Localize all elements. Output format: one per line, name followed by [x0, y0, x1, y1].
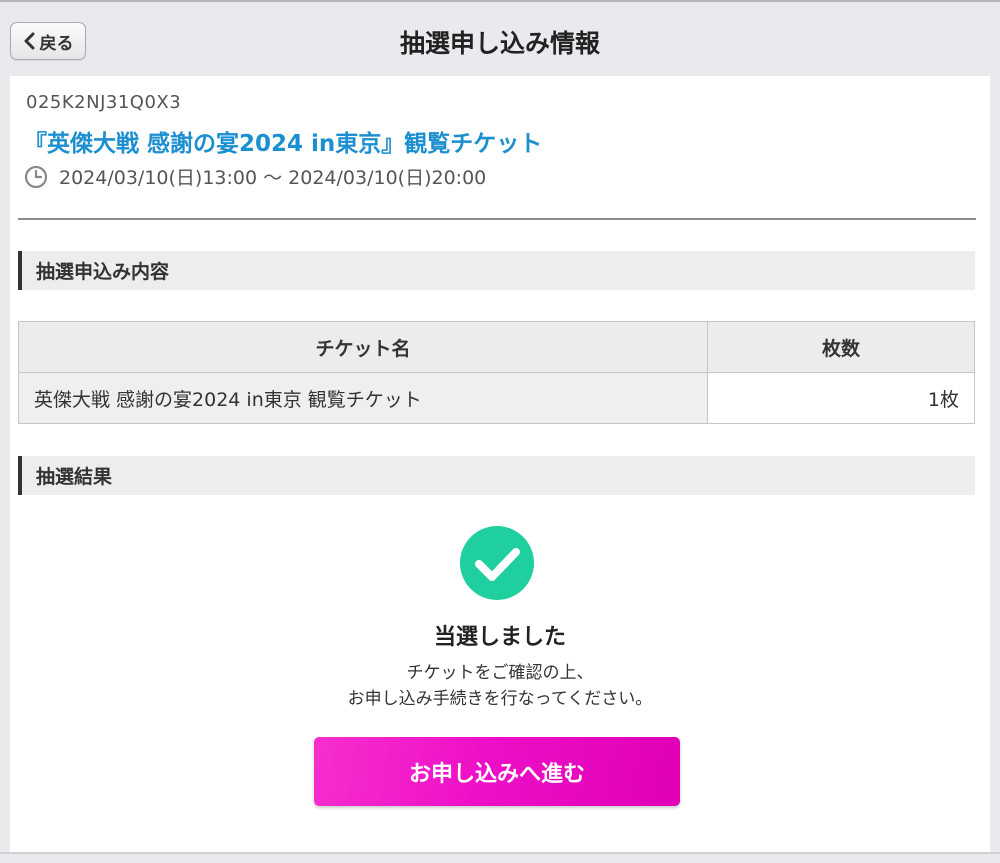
- table-header-row: チケット名 枚数: [18, 321, 975, 373]
- clock-icon: [24, 165, 48, 188]
- check-circle-icon: [460, 526, 534, 600]
- ticket-quantity-cell: 1枚: [707, 372, 975, 424]
- result-message-line-2: お申し込み手続きを行なってください。: [347, 689, 653, 709]
- divider: [18, 218, 976, 220]
- event-date: 2024/03/10(日)13:00 〜 2024/03/10(日)20:00: [24, 163, 486, 190]
- table-row: 英傑大戦 感謝の宴2024 in東京 観覧チケット 1枚: [18, 372, 975, 424]
- event-title[interactable]: 『英傑大戦 感謝の宴2024 in東京』観覧チケット: [24, 124, 542, 158]
- section-title-application: 抽選申込み内容: [36, 261, 170, 283]
- section-header-result: 抽選結果: [18, 456, 975, 495]
- proceed-to-application-button[interactable]: お申し込みへ進む: [314, 737, 680, 806]
- bottom-border: [0, 852, 1000, 854]
- ticket-name-cell: 英傑大戦 感謝の宴2024 in東京 観覧チケット: [18, 372, 708, 424]
- ticket-table: チケット名 枚数 英傑大戦 感謝の宴2024 in東京 観覧チケット 1枚: [18, 321, 975, 424]
- section-title-result: 抽選結果: [36, 466, 113, 488]
- column-header-quantity: 枚数: [707, 321, 975, 373]
- page-title: 抽選申し込み情報: [399, 29, 600, 58]
- section-header-application: 抽選申込み内容: [18, 251, 975, 290]
- event-code: 025K2NJ31Q0X3: [26, 92, 182, 113]
- result-status: 当選しました: [433, 625, 566, 650]
- navigation-bar: 戻る 抽選申し込み情報: [0, 2, 1000, 76]
- event-date-text: 2024/03/10(日)13:00 〜 2024/03/10(日)20:00: [59, 167, 487, 189]
- column-header-ticket-name: チケット名: [18, 321, 708, 373]
- result-message-line-1: チケットをご確認の上、: [406, 663, 594, 683]
